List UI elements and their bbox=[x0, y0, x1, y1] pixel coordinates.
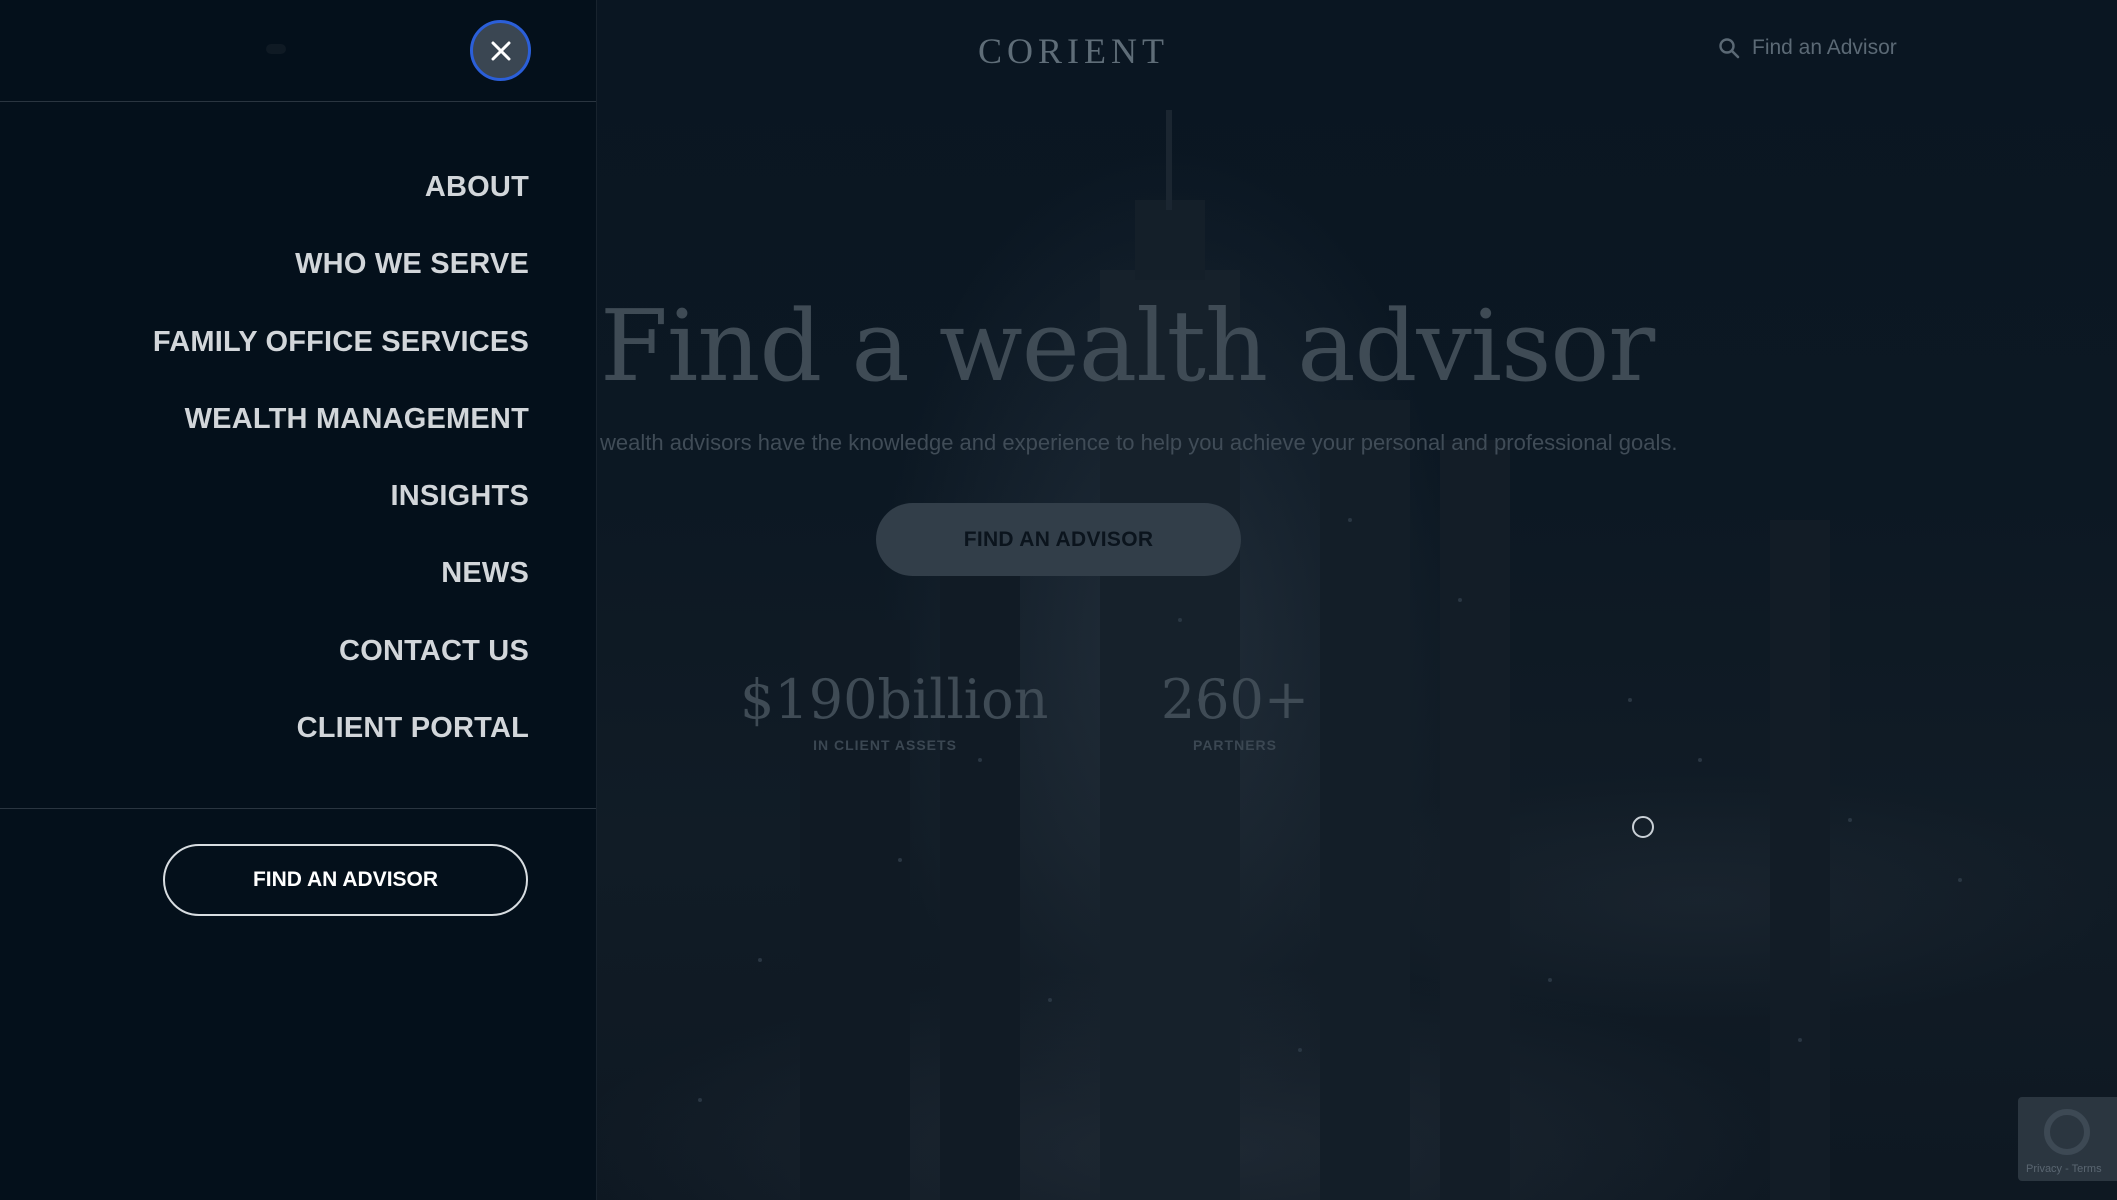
page: CORIENT Find an Advisor Find a wealth ad… bbox=[0, 0, 2117, 1200]
hero-find-advisor-button[interactable]: FIND AN ADVISOR bbox=[876, 503, 1241, 576]
recaptcha-icon bbox=[2044, 1109, 2090, 1155]
nav-item-insights[interactable]: INSIGHTS bbox=[153, 469, 529, 546]
drawer-logo-mark bbox=[266, 44, 286, 54]
drawer-find-advisor-button[interactable]: FIND AN ADVISOR bbox=[163, 844, 528, 916]
mouse-cursor bbox=[1632, 816, 1654, 838]
nav-item-news[interactable]: NEWS bbox=[153, 546, 529, 623]
find-advisor-search-link[interactable]: Find an Advisor bbox=[1718, 36, 1897, 60]
drawer-divider bbox=[0, 808, 596, 809]
drawer-header bbox=[0, 0, 596, 102]
recaptcha-badge[interactable]: Privacy - Terms bbox=[2018, 1097, 2117, 1181]
stat-client-assets: $190billion IN CLIENT ASSETS bbox=[740, 668, 1049, 753]
nav-item-who-we-serve[interactable]: WHO WE SERVE bbox=[153, 237, 529, 314]
stat-partners: 260+ PARTNERS bbox=[1140, 668, 1330, 753]
hero-subtitle: wealth advisors have the knowledge and e… bbox=[600, 430, 1678, 455]
recaptcha-links[interactable]: Privacy - Terms bbox=[2026, 1163, 2102, 1175]
corient-logo[interactable]: CORIENT bbox=[978, 30, 1169, 72]
stat-label: PARTNERS bbox=[1193, 737, 1277, 753]
stat-value: 260+ bbox=[1160, 668, 1310, 731]
close-menu-button[interactable] bbox=[470, 20, 531, 81]
nav-item-wealth-management[interactable]: WEALTH MANAGEMENT bbox=[153, 392, 529, 469]
search-icon bbox=[1719, 38, 1740, 59]
close-icon bbox=[491, 41, 510, 60]
nav-item-client-portal[interactable]: CLIENT PORTAL bbox=[153, 701, 529, 778]
nav-drawer: ABOUT WHO WE SERVE FAMILY OFFICE SERVICE… bbox=[0, 0, 597, 1200]
nav-item-about[interactable]: ABOUT bbox=[153, 160, 529, 237]
drawer-nav-list: ABOUT WHO WE SERVE FAMILY OFFICE SERVICE… bbox=[153, 160, 529, 778]
nav-item-family-office-services[interactable]: FAMILY OFFICE SERVICES bbox=[153, 315, 529, 392]
stat-value: $190billion bbox=[740, 668, 1049, 731]
nav-item-contact-us[interactable]: CONTACT US bbox=[153, 624, 529, 701]
stat-label: IN CLIENT ASSETS bbox=[813, 737, 957, 753]
search-label: Find an Advisor bbox=[1752, 36, 1897, 59]
hero-title: Find a wealth advisor bbox=[600, 290, 1655, 404]
